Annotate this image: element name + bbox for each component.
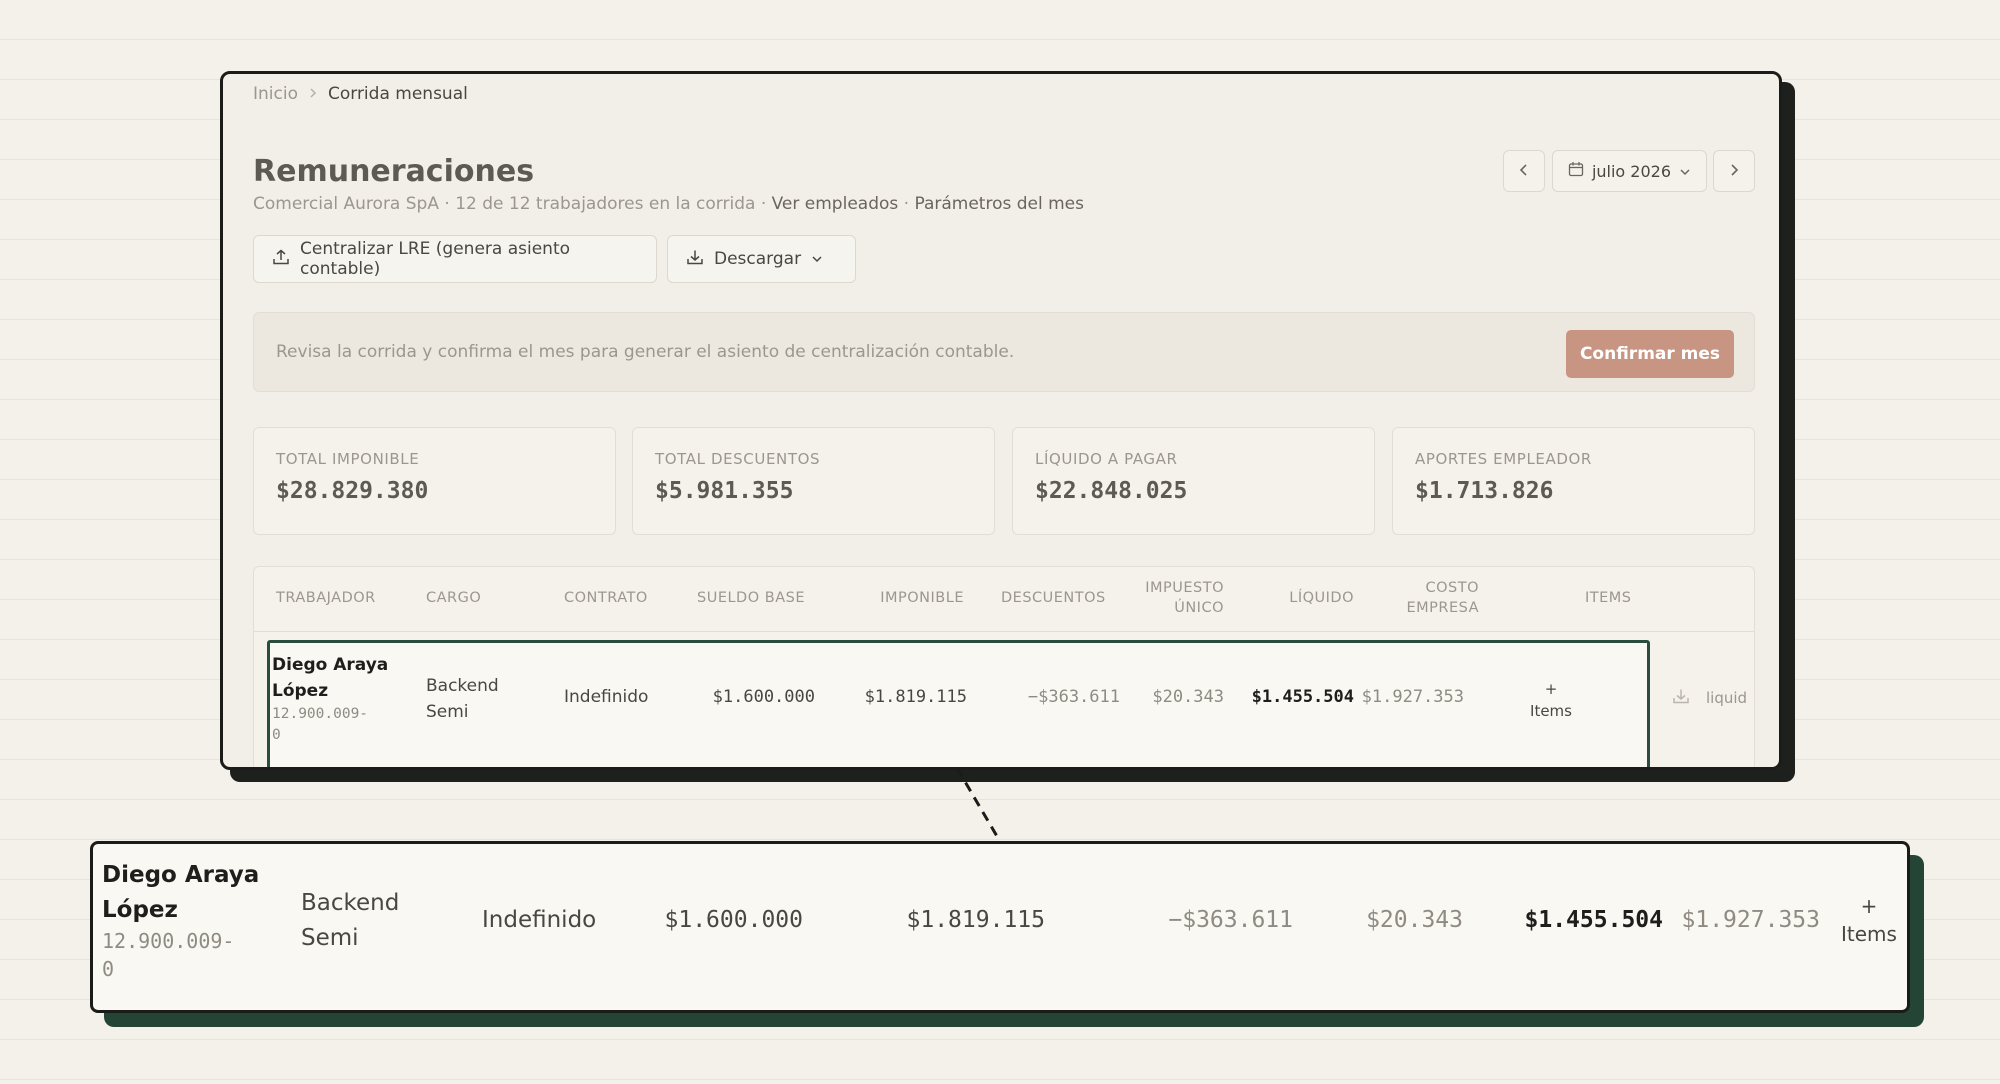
zoom-worker-contrato: Indefinido: [482, 907, 597, 933]
zoom-worker-sueldo-base: $1.600.000: [664, 907, 803, 933]
zoom-worker-imponible: $1.819.115: [906, 907, 1045, 933]
zoom-worker-descuentos: −$363.611: [1168, 907, 1293, 933]
zoom-worker-costo-empresa: $1.927.353: [1681, 907, 1820, 933]
zoom-worker-rut: 12.900.009- 0: [102, 929, 235, 981]
zoom-worker-impuesto: $20.343: [1366, 907, 1463, 933]
zoom-worker-name: Diego Araya López: [102, 862, 260, 923]
zoomed-row-panel: Diego Araya López 12.900.009- 0 Backend Sem…: [90, 841, 1910, 1013]
zoom-add-items-button[interactable]: + Items: [1833, 892, 1905, 948]
zoom-worker-cargo: Backend Semi: [301, 890, 400, 951]
